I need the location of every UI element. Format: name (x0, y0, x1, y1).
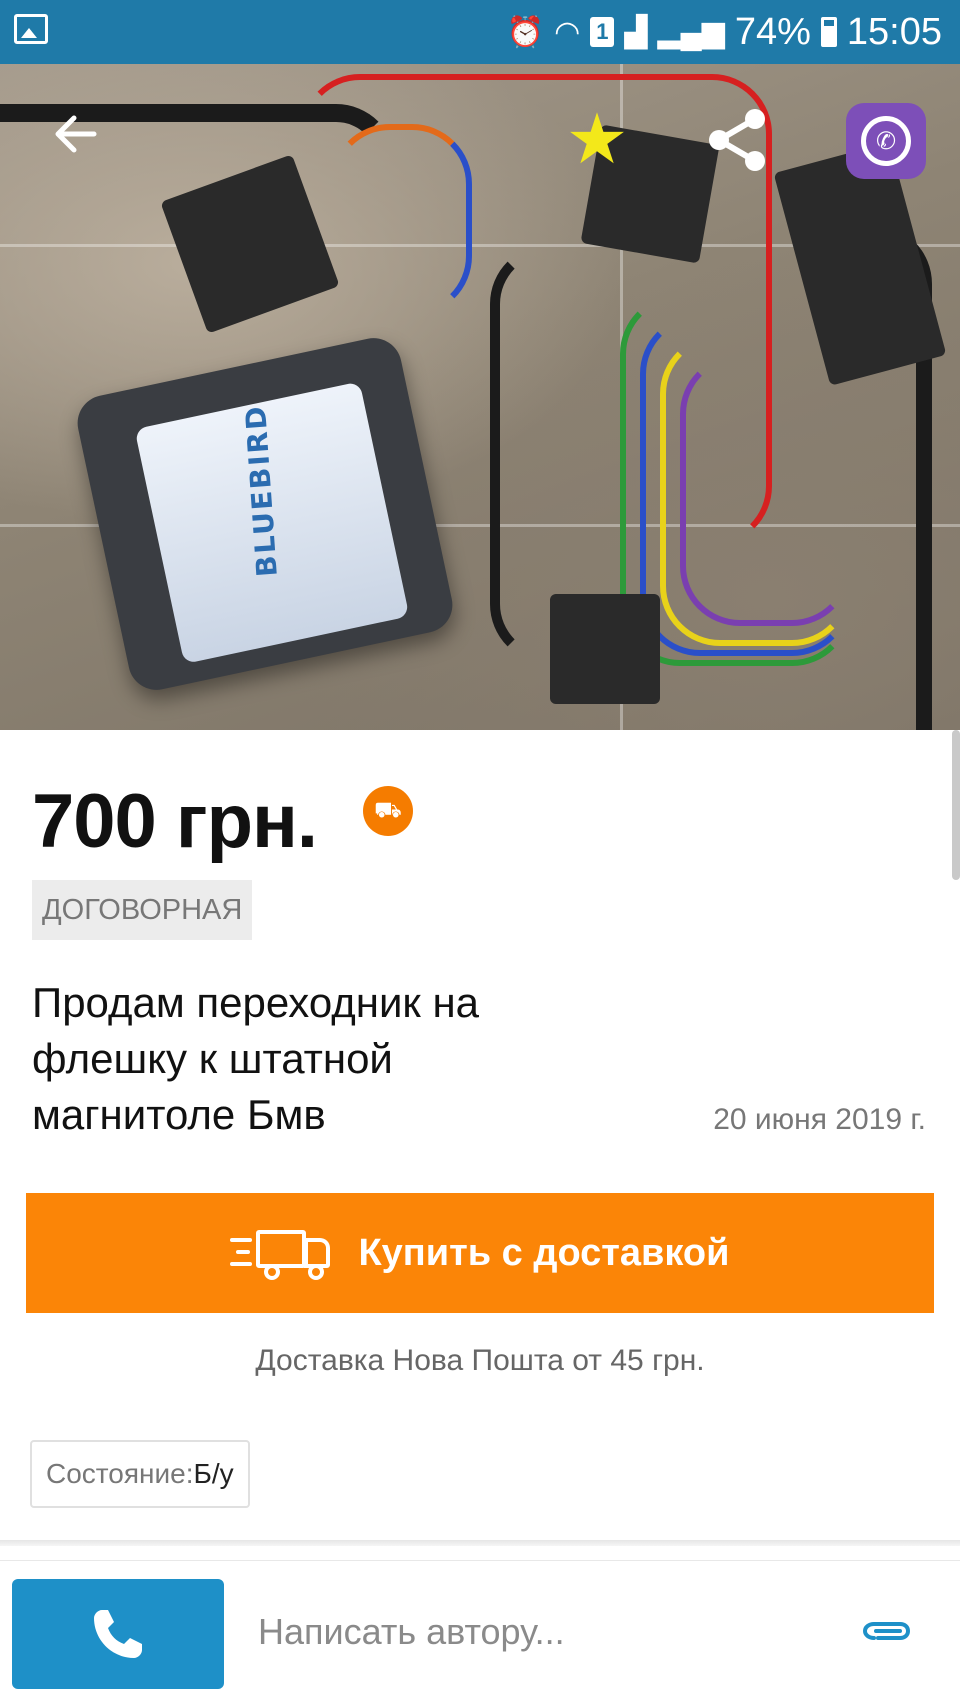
wire-connector (550, 594, 660, 704)
signal-strength-icon: ▂▄▆ (657, 15, 725, 49)
buy-button-label: Купить с доставкой (358, 1231, 730, 1274)
condition-chip: Состояние: Б/у (30, 1440, 250, 1508)
sim-indicator: 1 (590, 17, 615, 47)
listing-date: 20 июня 2019 г. (713, 1103, 926, 1136)
scrollbar[interactable] (952, 730, 960, 880)
phone-icon (94, 1610, 142, 1658)
alarm-icon: ⏰ (506, 15, 545, 49)
battery-percent: 74% (734, 10, 811, 53)
status-icons: ⏰ ◠ 1 ▟ ▂▄▆ 74% 15:05 (507, 10, 942, 54)
share-button[interactable] (700, 102, 776, 178)
star-icon: ★ (565, 100, 629, 178)
buy-with-delivery-button[interactable]: Купить с доставкой (26, 1193, 934, 1313)
delivery-truck-icon (230, 1224, 334, 1282)
condition-value: Б/у (193, 1458, 234, 1489)
clock: 15:05 (846, 10, 942, 53)
back-button[interactable] (44, 103, 106, 165)
negotiable-badge: ДОГОВОРНАЯ (32, 880, 253, 940)
listing-title: Продам переходник на флешку к штатной ма… (32, 979, 480, 1138)
favorite-button[interactable]: ★ (562, 104, 632, 174)
gallery-notification-icon (14, 14, 48, 44)
purple-wire (680, 354, 852, 626)
condition-label: Состояние: (46, 1458, 194, 1489)
listing-photo[interactable]: BLUEBIRD (0, 64, 960, 730)
bottom-bar (0, 1560, 960, 1708)
delivery-note: Доставка Нова Пошта от 45 грн. (255, 1344, 705, 1377)
viber-button[interactable]: ✆ (846, 103, 926, 179)
delivery-truck-icon: ⛟ (363, 786, 413, 836)
divider (0, 1540, 960, 1546)
arrow-left-icon (55, 115, 97, 153)
wifi-icon: ◠ (554, 15, 581, 49)
share-icon (709, 109, 765, 171)
signal-icon: ▟ (624, 15, 648, 49)
price: 700 грн. (32, 779, 318, 864)
message-input[interactable] (256, 1591, 820, 1673)
call-button[interactable] (12, 1579, 224, 1689)
status-bar: ⏰ ◠ 1 ▟ ▂▄▆ 74% 15:05 (0, 0, 960, 64)
paperclip-icon (862, 1622, 911, 1640)
battery-icon (820, 17, 837, 47)
orange-wire (330, 124, 472, 316)
viber-icon: ✆ (861, 116, 911, 166)
attach-button[interactable] (860, 1607, 916, 1655)
